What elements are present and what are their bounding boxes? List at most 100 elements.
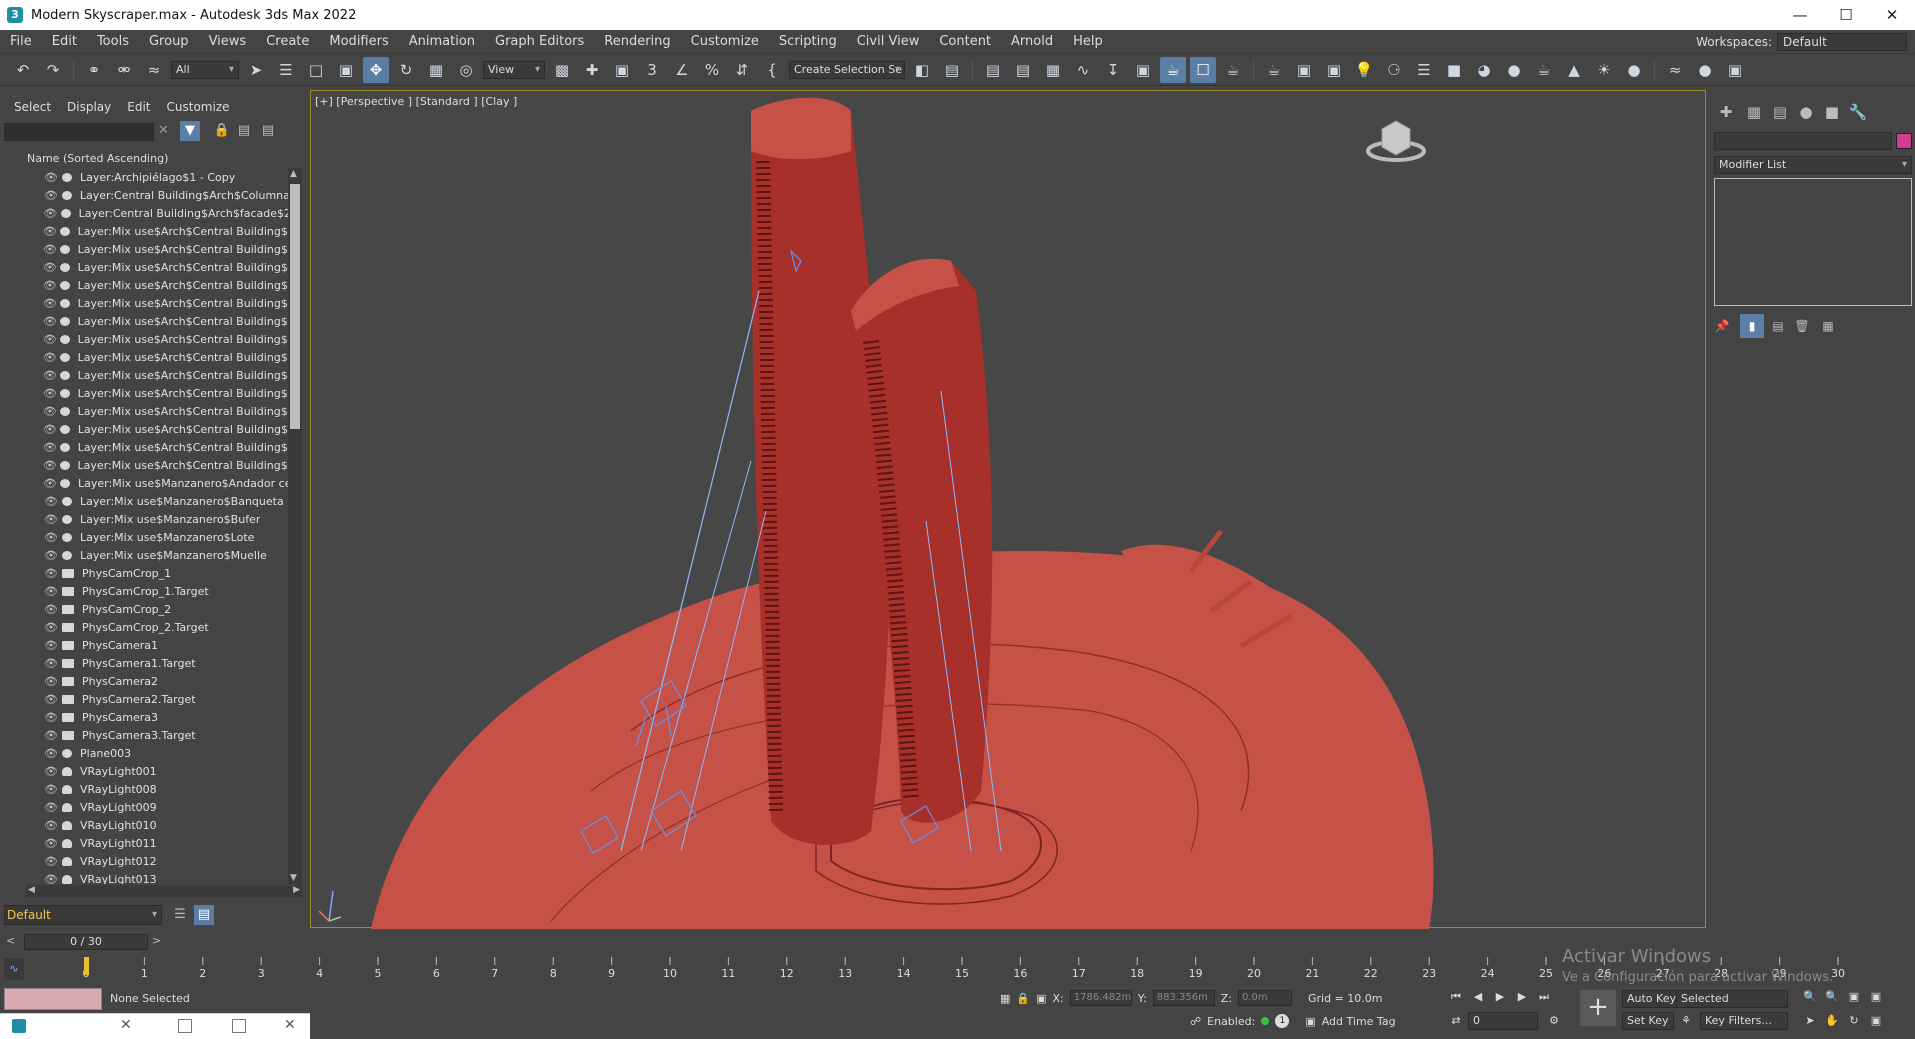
scene-object-row[interactable]: 👁 Layer:Mix use$Arch$Central Building$PB$…: [26, 420, 288, 438]
visibility-eye-icon[interactable]: 👁: [42, 639, 60, 652]
select-object-icon[interactable]: ➤: [243, 57, 269, 83]
taskbar-close-icon[interactable]: ✕: [120, 1017, 132, 1033]
scene-object-row[interactable]: 👁 Plane003: [26, 744, 288, 762]
vray-lights-icon[interactable]: ⚆: [1381, 57, 1407, 83]
visibility-eye-icon[interactable]: 👁: [42, 333, 58, 346]
scene-object-row[interactable]: 👁 VRayLight009: [26, 798, 288, 816]
time-tag-icon[interactable]: ▣: [1305, 1015, 1315, 1028]
minimize-icon[interactable]: —: [1777, 0, 1823, 30]
scene-object-row[interactable]: 👁 Layer:Mix use$Manzanero$Lote: [26, 528, 288, 546]
time-next-icon[interactable]: >: [152, 934, 164, 950]
render-setup-icon[interactable]: ☕: [1160, 56, 1186, 83]
visibility-eye-icon[interactable]: 👁: [42, 801, 60, 814]
scene-object-row[interactable]: 👁 Layer:Mix use$Arch$Central Building$Lan…: [26, 366, 288, 384]
menu-customize[interactable]: Customize: [681, 30, 769, 54]
visibility-eye-icon[interactable]: 👁: [42, 495, 60, 508]
menu-modifiers[interactable]: Modifiers: [319, 30, 398, 54]
visibility-eye-icon[interactable]: 👁: [42, 729, 60, 742]
scroll-down-icon[interactable]: ▼: [290, 873, 297, 883]
visibility-eye-icon[interactable]: 👁: [42, 693, 60, 706]
menu-rendering[interactable]: Rendering: [594, 30, 680, 54]
menu-help[interactable]: Help: [1063, 30, 1113, 54]
visibility-eye-icon[interactable]: 👁: [42, 855, 60, 868]
vray-sphere-light-icon[interactable]: ●: [1501, 57, 1527, 83]
hierarchy-tab-icon[interactable]: ▤: [1768, 100, 1792, 124]
scene-explorer-icon[interactable]: ▤: [980, 57, 1006, 83]
viewport-label[interactable]: [+] [Perspective ] [Standard ] [Clay ]: [315, 95, 517, 108]
mirror-icon[interactable]: ◧: [909, 57, 935, 83]
key-filter-icon[interactable]: ⚘: [1676, 1012, 1696, 1030]
workspaces-dropdown[interactable]: Default: [1777, 33, 1907, 51]
selection-filter-dropdown[interactable]: All: [171, 60, 239, 79]
move-icon[interactable]: ✥: [363, 56, 389, 83]
visibility-eye-icon[interactable]: 👁: [42, 837, 60, 850]
reference-coordinate-dropdown[interactable]: View: [483, 60, 545, 79]
set-key-button[interactable]: Set Key: [1622, 1012, 1674, 1030]
scene-object-row[interactable]: 👁 Layer:Mix use$Manzanero$Muelle: [26, 546, 288, 564]
scene-object-row[interactable]: 👁 Layer:Mix use$Arch$Central Building$Lan…: [26, 312, 288, 330]
visibility-eye-icon[interactable]: 👁: [42, 747, 60, 760]
scene-object-row[interactable]: 👁 PhysCamCrop_2.Target: [26, 618, 288, 636]
current-frame-marker[interactable]: [84, 957, 89, 975]
scene-object-row[interactable]: 👁 Layer:Central Building$Arch$Columna: [26, 186, 288, 204]
visibility-eye-icon[interactable]: 👁: [42, 441, 58, 454]
tab-customize[interactable]: Customize: [159, 98, 238, 116]
spinner-snap-icon[interactable]: ⇵: [729, 57, 755, 83]
named-selection-dropdown[interactable]: Create Selection Se: [789, 60, 905, 79]
vray-light-lister-icon[interactable]: 💡: [1351, 57, 1377, 83]
remove-modifier-icon[interactable]: 🗑: [1790, 314, 1814, 338]
scene-object-row[interactable]: 👁 VRayLight008: [26, 780, 288, 798]
visibility-eye-icon[interactable]: 👁: [42, 243, 58, 256]
tab-display[interactable]: Display: [59, 98, 119, 116]
play-icon[interactable]: ▶: [1490, 988, 1510, 1006]
menu-animation[interactable]: Animation: [399, 30, 485, 54]
menu-group[interactable]: Group: [139, 30, 199, 54]
maximize-icon[interactable]: ☐: [1823, 0, 1869, 30]
absolute-mode-icon[interactable]: ▣: [1036, 992, 1046, 1005]
scene-object-row[interactable]: 👁 PhysCamera3.Target: [26, 726, 288, 744]
go-to-end-icon[interactable]: ⏭: [1534, 988, 1554, 1006]
vray-ies-light-icon[interactable]: ☕: [1531, 57, 1557, 83]
menu-civil-view[interactable]: Civil View: [847, 30, 930, 54]
scene-object-row[interactable]: 👁 PhysCamCrop_2: [26, 600, 288, 618]
scrollbar-thumb[interactable]: [290, 184, 300, 429]
vray-tools-icon[interactable]: ☰: [1411, 57, 1437, 83]
layer-explorer-toggle-icon[interactable]: ▤: [194, 905, 214, 925]
zoom-all-icon[interactable]: 🔍: [1822, 988, 1842, 1006]
scene-object-row[interactable]: 👁 Layer:Archipiélago$1 - Copy: [26, 168, 288, 186]
scene-object-row[interactable]: 👁 PhysCamera2: [26, 672, 288, 690]
visibility-eye-icon[interactable]: 👁: [42, 279, 58, 292]
auto-key-button[interactable]: Auto Key: [1622, 990, 1681, 1008]
next-frame-icon[interactable]: ▶: [1512, 988, 1532, 1006]
select-manipulate-icon[interactable]: ✚: [579, 57, 605, 83]
visibility-eye-icon[interactable]: 👁: [42, 261, 58, 274]
hierarchy-collapse-icon[interactable]: ▤: [258, 121, 278, 141]
rotate-icon[interactable]: ↻: [393, 57, 419, 83]
redo-icon[interactable]: ↷: [40, 57, 66, 83]
display-tab-icon[interactable]: ■: [1820, 100, 1844, 124]
visibility-eye-icon[interactable]: 👁: [42, 513, 60, 526]
pan-icon[interactable]: ✋: [1822, 1012, 1842, 1030]
visibility-eye-icon[interactable]: 👁: [42, 297, 58, 310]
visibility-eye-icon[interactable]: 👁: [42, 549, 60, 562]
adaptive-degradation-icon[interactable]: ☍: [1190, 1015, 1201, 1028]
vertical-scrollbar[interactable]: ▲ ▼: [288, 168, 302, 884]
make-unique-icon[interactable]: ▤: [1766, 314, 1790, 338]
key-selection-dropdown[interactable]: Selected: [1676, 990, 1788, 1008]
render-production-icon[interactable]: ☕: [1220, 57, 1246, 83]
keyboard-shortcut-toggle-icon[interactable]: ▣: [609, 57, 635, 83]
vray-sun-icon[interactable]: ☀: [1591, 57, 1617, 83]
maxscript-listener[interactable]: [4, 988, 102, 1010]
snaps-toggle-icon[interactable]: 3: [639, 57, 665, 83]
modifier-list-dropdown[interactable]: Modifier List: [1714, 156, 1912, 174]
rendered-frame-window-icon[interactable]: ☐: [1190, 56, 1216, 83]
menu-tools[interactable]: Tools: [87, 30, 139, 54]
pivot-center-icon[interactable]: ▩: [549, 57, 575, 83]
bind-spacewarp-icon[interactable]: ≈: [141, 57, 167, 83]
visibility-eye-icon[interactable]: 👁: [42, 819, 60, 832]
scene-object-row[interactable]: 👁 PhysCamera3: [26, 708, 288, 726]
visibility-eye-icon[interactable]: 👁: [42, 765, 60, 778]
scene-object-row[interactable]: 👁 PhysCamera1.Target: [26, 654, 288, 672]
curve-editor-icon[interactable]: ∿: [1070, 57, 1096, 83]
x-coordinate-field[interactable]: 1786.482m: [1069, 990, 1132, 1006]
